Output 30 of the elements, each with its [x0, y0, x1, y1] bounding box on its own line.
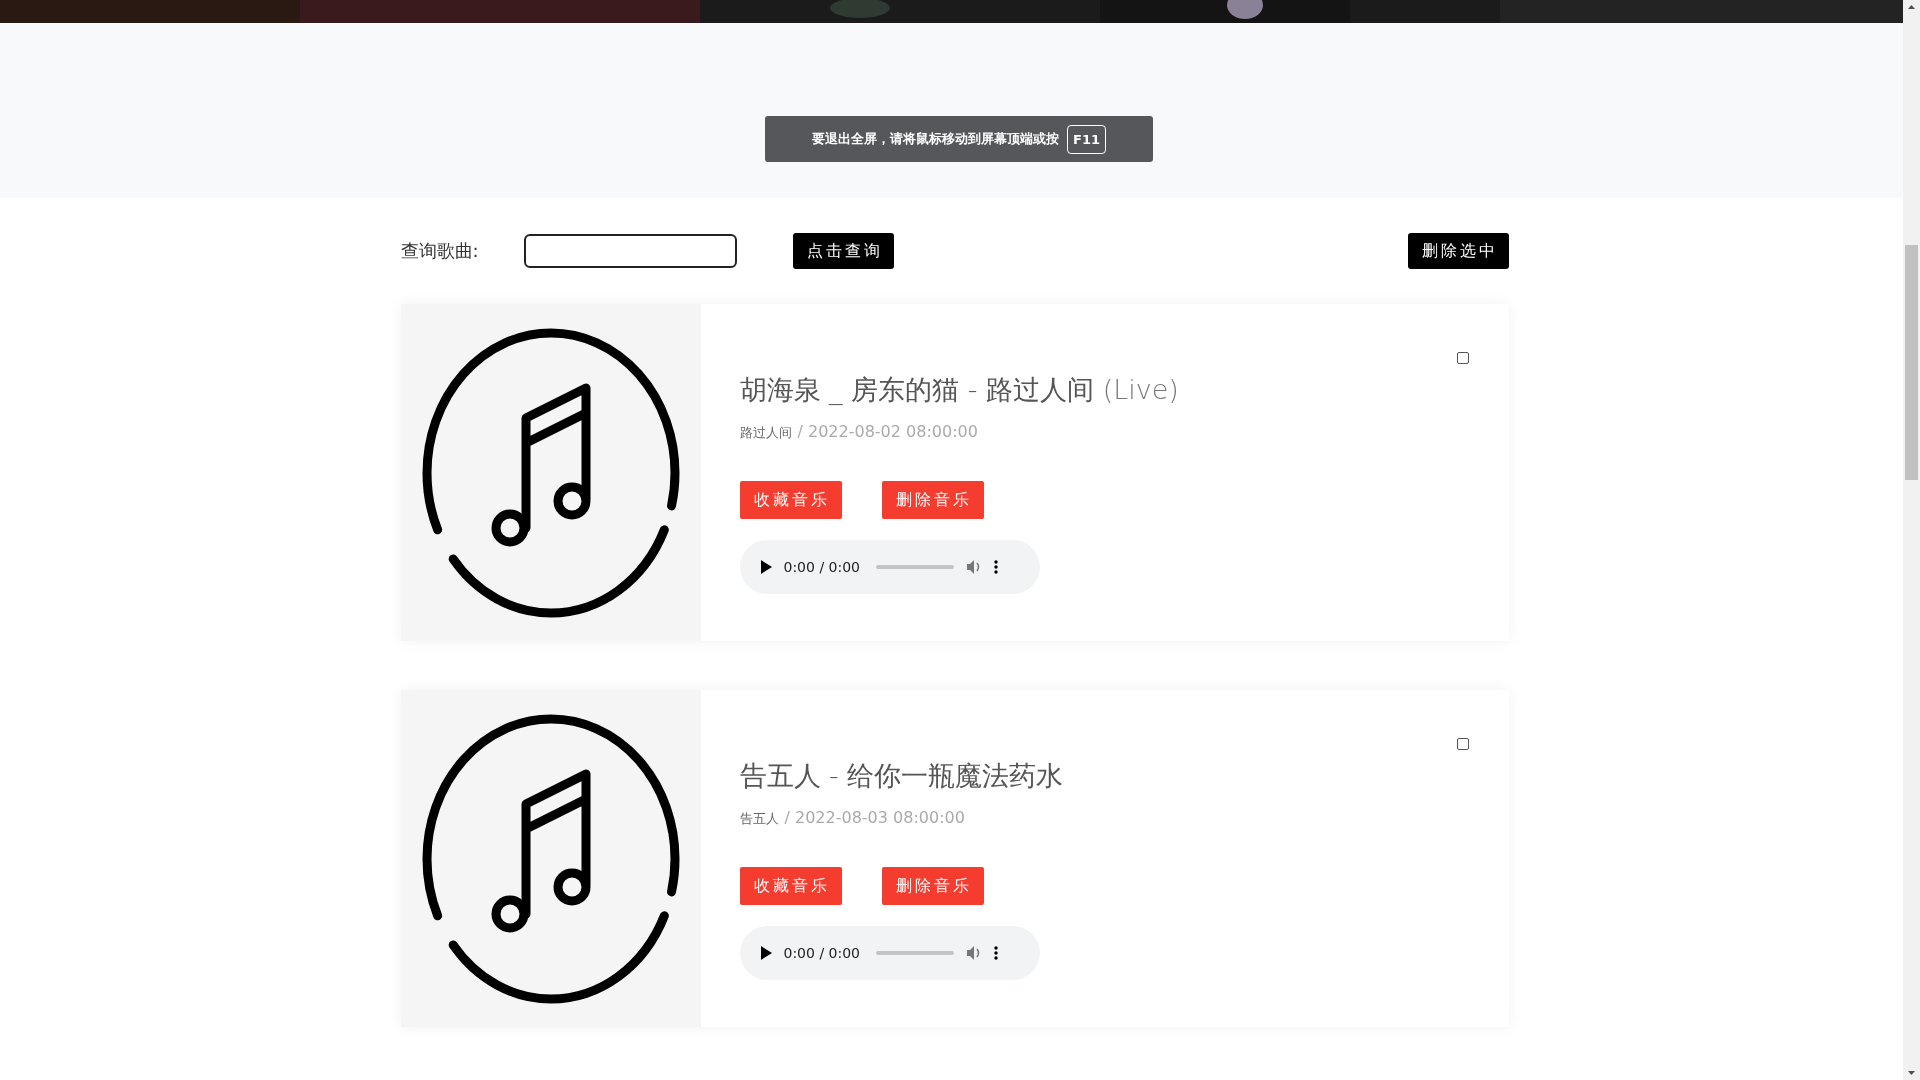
- release-date: / 2022-08-03 08:00:00: [784, 808, 965, 827]
- progress-track[interactable]: [876, 565, 954, 569]
- volume-icon[interactable]: [966, 559, 982, 575]
- toast-message: 要退出全屏，请将鼠标移动到屏幕顶端或按: [812, 130, 1059, 148]
- song-title: 胡海泉 _ 房东的猫 - 路过人间 (Live): [739, 373, 1180, 407]
- favorite-button[interactable]: 收藏音乐: [739, 481, 842, 519]
- audio-player[interactable]: 0:00 / 0:00: [739, 540, 1040, 594]
- album-name: 路过人间: [739, 424, 792, 442]
- play-icon[interactable]: [759, 946, 772, 960]
- select-checkbox[interactable]: [1456, 738, 1469, 750]
- time-display: 0:00 / 0:00: [783, 945, 860, 961]
- search-button[interactable]: 点击查询: [792, 233, 894, 269]
- more-icon[interactable]: [994, 560, 998, 574]
- release-date: / 2022-08-02 08:00:00: [797, 422, 978, 441]
- delete-selected-button[interactable]: 删除选中: [1407, 233, 1509, 269]
- key-hint: F11: [1067, 124, 1106, 154]
- play-icon[interactable]: [759, 560, 772, 574]
- album-name: 告五人: [739, 810, 779, 828]
- select-checkbox[interactable]: [1456, 352, 1469, 364]
- favorite-button[interactable]: 收藏音乐: [739, 867, 842, 905]
- delete-button[interactable]: 删除音乐: [881, 481, 984, 519]
- progress-track[interactable]: [876, 951, 954, 955]
- volume-icon[interactable]: [966, 945, 982, 961]
- song-title: 告五人 - 给你一瓶魔法药水: [739, 759, 1065, 793]
- search-field[interactable]: [523, 234, 737, 268]
- search-label: 查询歌曲:: [400, 239, 480, 263]
- time-display: 0:00 / 0:00: [783, 559, 860, 575]
- more-icon[interactable]: [994, 946, 998, 960]
- delete-button[interactable]: 删除音乐: [881, 867, 984, 905]
- audio-player[interactable]: 0:00 / 0:00: [739, 926, 1040, 980]
